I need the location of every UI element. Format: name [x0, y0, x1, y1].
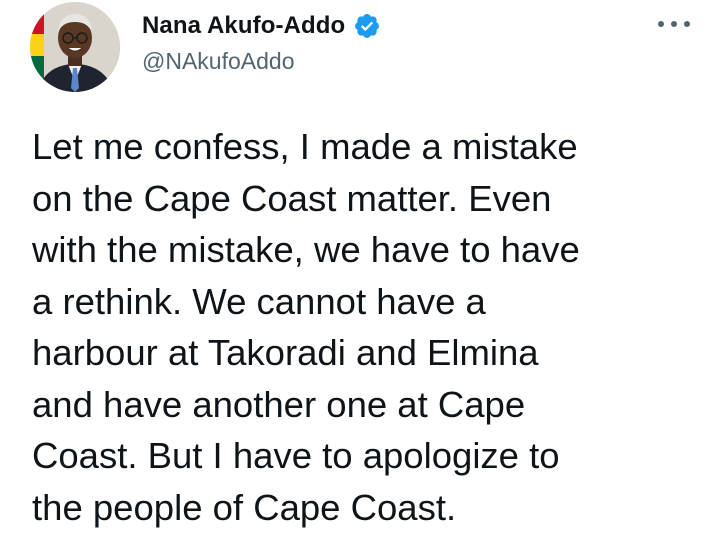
tweet-text-line: the people of Cape Coast. — [32, 486, 457, 528]
tweet-text-line: on the Cape Coast matter. Even — [32, 177, 552, 219]
more-dot — [658, 21, 664, 27]
author-handle[interactable]: @NAkufoAddo — [142, 48, 295, 75]
tweet-text: Let me confess, I made a mistake on the … — [32, 121, 692, 533]
more-dot — [684, 21, 690, 27]
tweet: Nana Akufo-Addo @NAkufoAddo Let me confe… — [0, 0, 720, 548]
avatar[interactable] — [30, 2, 120, 92]
tweet-text-line: harbour at Takoradi and Elmina — [32, 332, 539, 373]
verified-badge-icon — [353, 12, 381, 40]
tweet-text-line: a rethink. We cannot have a — [32, 280, 486, 322]
tweet-text-line: with the mistake, we have to have — [32, 229, 580, 270]
more-dot — [671, 21, 677, 27]
tweet-text-line: and have another one at Cape — [32, 383, 526, 425]
avatar-photo — [30, 2, 120, 92]
tweet-text-line: Coast. But I have to apologize to — [32, 435, 560, 476]
more-options-icon[interactable] — [658, 14, 690, 34]
author-name-row: Nana Akufo-Addo — [142, 10, 381, 42]
author-display-name[interactable]: Nana Akufo-Addo — [142, 12, 345, 40]
tweet-text-line: Let me confess, I made a mistake — [32, 126, 578, 167]
